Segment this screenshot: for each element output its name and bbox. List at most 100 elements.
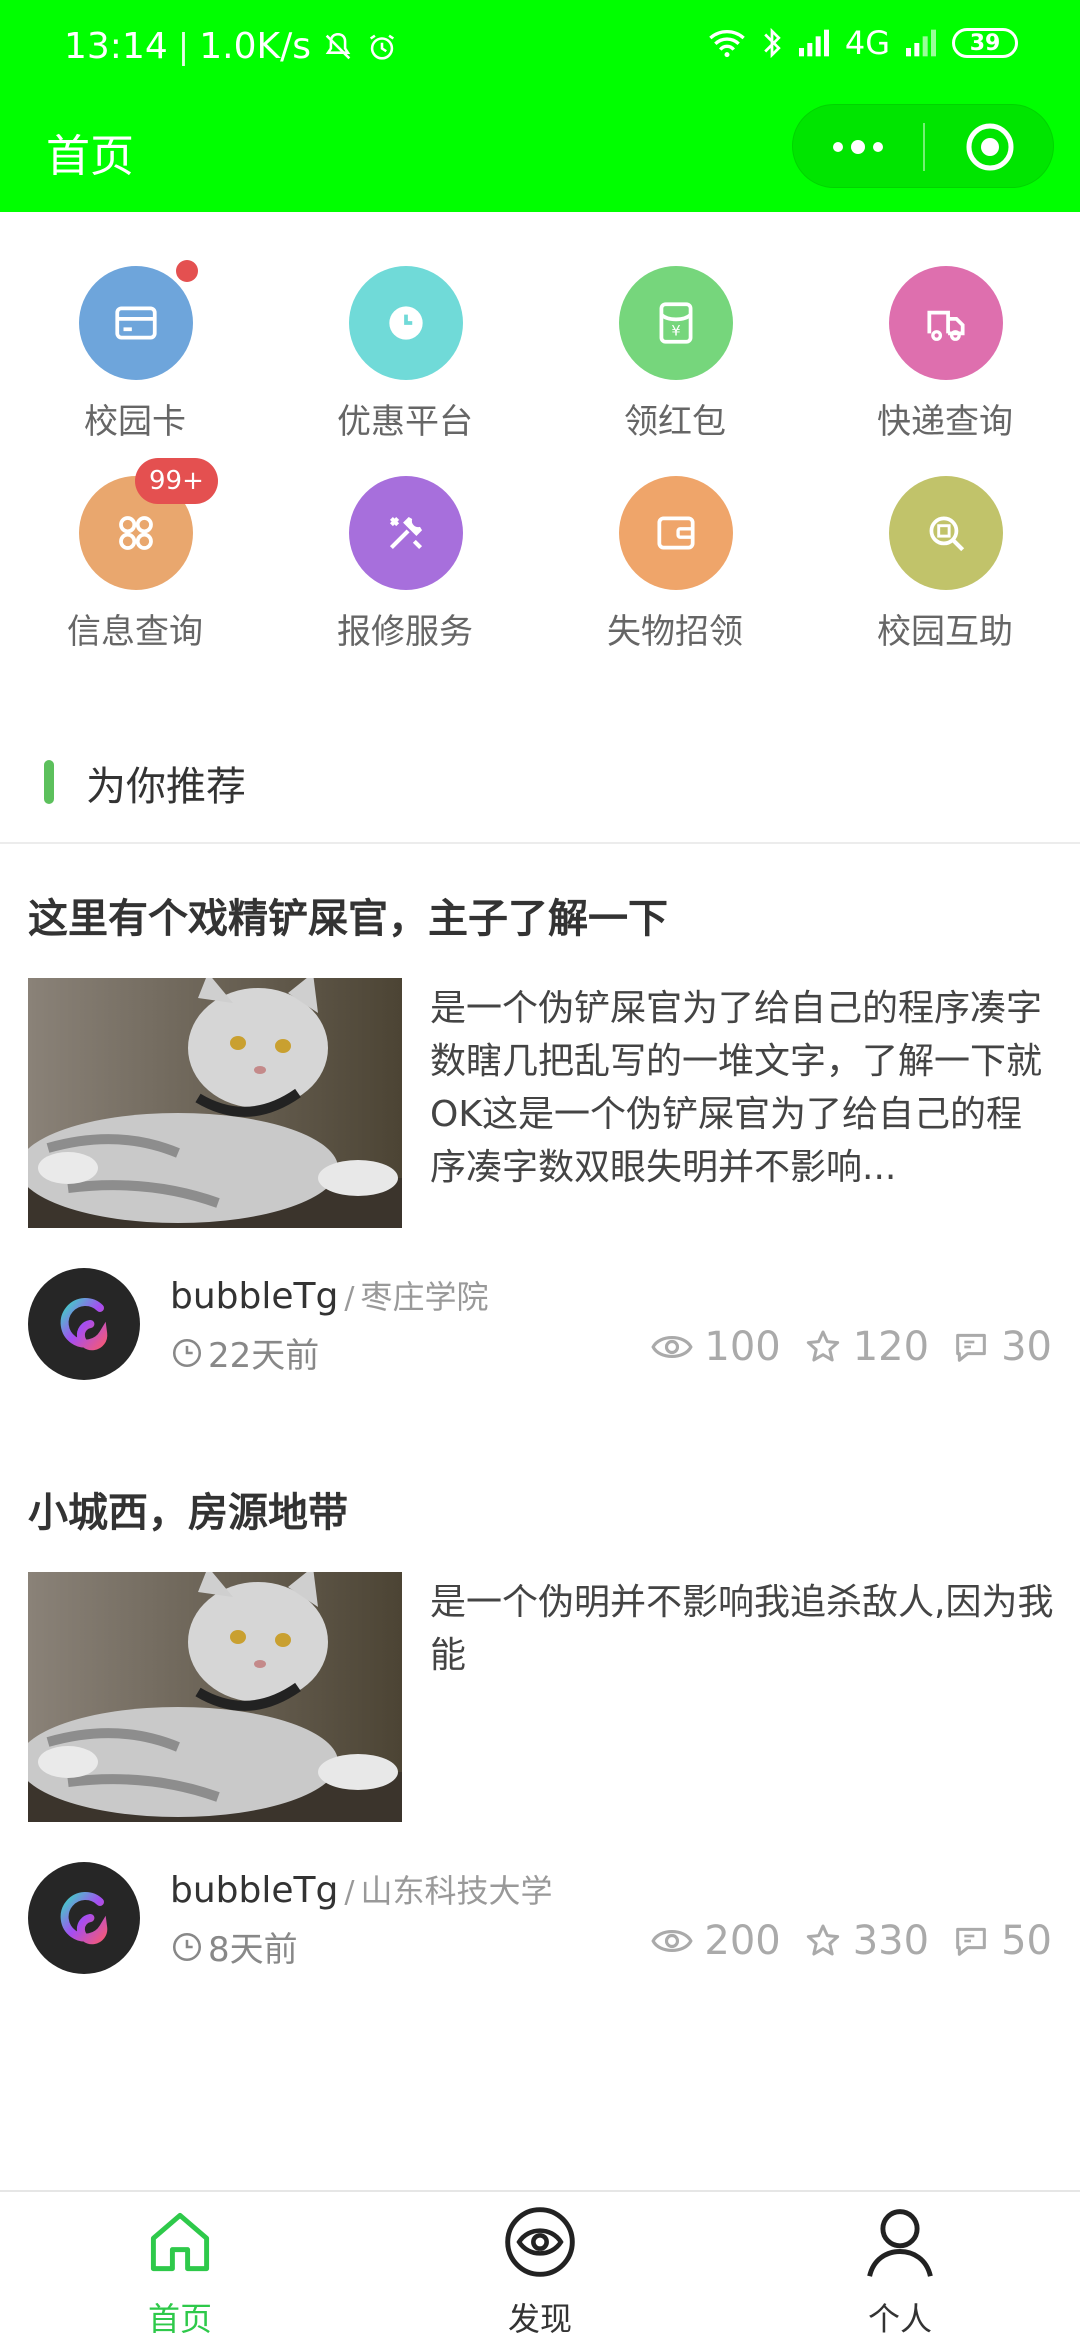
mini-program-capsule (792, 104, 1054, 188)
article-summary: 是一个伪铲屎官为了给自己的程序凑字数瞎几把乱写的一堆文字，了解一下就OK这是一个… (430, 988, 1043, 1188)
grid-item-info-query[interactable]: 99+ 信息查询 (0, 458, 270, 670)
author-school: 枣庄学院 (360, 1278, 489, 1316)
page-title: 首页 (46, 131, 134, 182)
eye-icon (651, 1336, 693, 1358)
notification-dot (176, 260, 198, 282)
author-separator: / (344, 1875, 355, 1910)
comment-icon (956, 1927, 986, 1956)
stars-stat[interactable]: 330 (803, 1918, 929, 1964)
bluetooth-icon (764, 27, 781, 59)
battery-icon: 39 (952, 28, 1018, 58)
section-accent-bar (44, 760, 54, 804)
grid-label: 校园互助 (877, 612, 1013, 652)
grid-item-red-packet[interactable]: ¥ 领红包 (540, 260, 810, 460)
signal-icon (798, 29, 829, 57)
target-icon (966, 123, 1014, 171)
eye-icon (505, 2207, 575, 2277)
bottom-tab-bar: 首页 发现 个人 (0, 2190, 1080, 2340)
alarm-icon (369, 34, 395, 60)
article-title: 这里有个戏精铲屎官，主子了解一下 (28, 896, 668, 942)
card-icon (79, 266, 193, 380)
status-bar: 13:14 | 1.0K/s 4G 39 (0, 0, 1080, 100)
grid-label: 校园卡 (84, 402, 186, 442)
svg-text:¥: ¥ (671, 323, 680, 340)
avatar[interactable] (28, 1268, 140, 1380)
badge-count: 99+ (135, 458, 218, 504)
grid-item-repair[interactable]: 报修服务 (270, 470, 540, 670)
stars-count: 120 (852, 1324, 930, 1370)
views-count: 100 (704, 1324, 781, 1370)
eye-icon (651, 1930, 693, 1952)
chameleon-logo-icon (60, 1298, 108, 1351)
grid-label: 失物招领 (607, 612, 743, 652)
comments-stat[interactable]: 50 (951, 1918, 1052, 1964)
article-card[interactable]: 这里有个戏精铲屎官，主子了解一下 是一个伪铲屎官为了给自己的程序凑字数瞎几把乱写… (0, 886, 1080, 1406)
close-button[interactable] (925, 105, 1055, 189)
views-stat: 100 (650, 1324, 781, 1370)
star-icon (806, 1330, 839, 1362)
article-summary: 是一个伪明并不影响我追杀敌人,因为我能 (430, 1582, 1054, 1676)
tab-label: 首页 (147, 2300, 212, 2338)
stars-stat[interactable]: 120 (803, 1324, 929, 1370)
stars-count: 330 (852, 1918, 930, 1964)
author-name[interactable]: bubbleTg (170, 1870, 338, 1911)
wifi-icon (709, 30, 745, 58)
chameleon-logo-icon (60, 1892, 108, 1945)
grid-item-express[interactable]: 快递查询 (810, 260, 1080, 460)
author-line: bubbleTg / 枣庄学院 (170, 1272, 489, 1318)
star-icon (806, 1924, 839, 1956)
article-image (28, 1572, 402, 1822)
recommend-section-header: 为你推荐 (0, 740, 1080, 844)
post-time: 22天前 (170, 1328, 319, 1377)
status-left: 13:14 | 1.0K/s (64, 26, 399, 67)
time-text: 22天前 (208, 1336, 320, 1376)
tab-discover[interactable]: 发现 (360, 2202, 720, 2340)
status-separator: | (177, 26, 190, 67)
person-icon (867, 2209, 933, 2277)
tab-home[interactable]: 首页 (0, 2202, 360, 2340)
grid-label: 优惠平台 (337, 402, 473, 442)
article-title: 小城西，房源地带 (28, 1490, 348, 1536)
clock-icon (349, 266, 463, 380)
grid-item-lost-found[interactable]: 失物招领 (540, 470, 810, 670)
clock-icon (172, 1338, 202, 1367)
author-line: bubbleTg / 山东科技大学 (170, 1866, 553, 1912)
comments-stat[interactable]: 30 (951, 1324, 1052, 1370)
grid-label: 领红包 (624, 402, 726, 442)
home-icon (150, 2212, 210, 2272)
header: 13:14 | 1.0K/s 4G 39 首页 (0, 0, 1080, 212)
network-type: 4G (844, 24, 890, 62)
red-packet-icon: ¥ (619, 266, 733, 380)
grid-item-discount[interactable]: 优惠平台 (270, 260, 540, 460)
grid-item-mutual-help[interactable]: 校园互助 (810, 470, 1080, 670)
author-name[interactable]: bubbleTg (170, 1276, 338, 1317)
battery-level: 39 (969, 30, 1001, 56)
views-stat: 200 (650, 1918, 781, 1964)
status-right: 4G 39 (707, 24, 1018, 62)
grid-label: 快递查询 (877, 402, 1013, 442)
author-separator: / (344, 1281, 355, 1316)
article-stats: 200 330 50 (650, 1918, 1052, 1964)
grid-item-campus-card[interactable]: 校园卡 (0, 260, 270, 460)
tab-label: 个人 (867, 2300, 932, 2338)
grid-label: 信息查询 (67, 612, 203, 652)
avatar[interactable] (28, 1862, 140, 1974)
article-card[interactable]: 小城西，房源地带 是一个伪明并不影响我追杀敌人,因为我能 bubbleTg / … (0, 1480, 1080, 2000)
comments-count: 30 (1001, 1324, 1052, 1370)
wallet-icon (619, 476, 733, 590)
post-time: 8天前 (170, 1922, 298, 1971)
author-school: 山东科技大学 (360, 1872, 553, 1910)
signal-icon-2 (906, 29, 936, 57)
time-text: 8天前 (208, 1930, 298, 1970)
tools-icon (349, 476, 463, 590)
grid-label: 报修服务 (337, 612, 473, 652)
article-image (28, 978, 402, 1228)
search-doc-icon (889, 476, 1003, 590)
comment-icon (956, 1333, 986, 1362)
status-time: 13:14 (64, 26, 168, 67)
views-count: 200 (704, 1918, 781, 1964)
status-speed: 1.0K/s (199, 26, 311, 67)
tab-label: 发现 (507, 2300, 572, 2338)
tab-profile[interactable]: 个人 (720, 2202, 1080, 2340)
more-button[interactable] (793, 105, 923, 189)
